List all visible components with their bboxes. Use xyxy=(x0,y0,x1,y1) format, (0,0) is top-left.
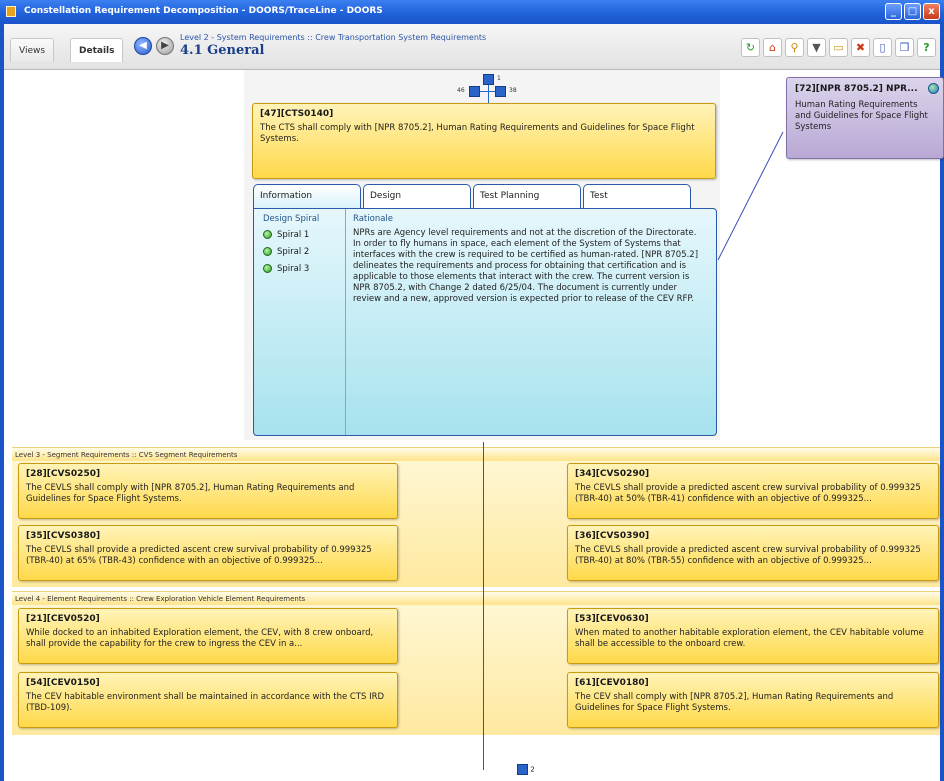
document-icon[interactable]: ▯ xyxy=(873,38,892,57)
requirement-text: The CTS shall comply with [NPR 8705.2], … xyxy=(260,123,695,144)
spiral-label: Spiral 1 xyxy=(277,230,310,240)
views-tab[interactable]: Views xyxy=(10,38,55,62)
requirement-id: [36][CVS0390] xyxy=(575,531,650,541)
right-count: 38 xyxy=(509,87,517,94)
export-icon[interactable]: ✖ xyxy=(851,38,870,57)
lane-divider xyxy=(483,442,484,770)
rationale-text: NPRs are Agency level requirements and n… xyxy=(353,228,699,304)
requirement-id: [72][NPR 8705.2] NPR... xyxy=(795,84,918,94)
left-count: 46 xyxy=(457,87,465,94)
forward-button[interactable]: ▶ xyxy=(156,37,174,55)
requirement-text: The CEVLS shall comply with [NPR 8705.2]… xyxy=(26,483,355,504)
requirement-id: [53][CEV0630] xyxy=(575,614,649,624)
child-requirement-card[interactable]: [54][CEV0150] The CEV habitable environm… xyxy=(18,672,398,728)
copy-icon[interactable]: ❐ xyxy=(895,38,914,57)
globe-icon xyxy=(928,83,939,94)
navigate-up-button[interactable] xyxy=(483,74,494,85)
home-icon[interactable]: ⌂ xyxy=(763,38,782,57)
level4-header: Level 4 - Element Requirements :: Crew E… xyxy=(12,591,940,605)
status-ok-icon xyxy=(263,230,272,239)
toolbar: Views Details ◀ ▶ Level 2 - System Requi… xyxy=(4,24,940,70)
child-requirement-card[interactable]: [28][CVS0250] The CEVLS shall comply wit… xyxy=(18,463,398,519)
breadcrumb[interactable]: Level 2 - System Requirements :: Crew Tr… xyxy=(180,33,486,42)
window-titlebar: Constellation Requirement Decomposition … xyxy=(0,0,944,24)
spiral-item[interactable]: Spiral 1 xyxy=(263,228,336,242)
requirement-id: [61][CEV0180] xyxy=(575,678,649,688)
detail-tabs: Information Design Test Planning Test xyxy=(253,184,717,208)
close-button[interactable]: x xyxy=(923,3,940,20)
filter-icon[interactable]: ▼ xyxy=(807,38,826,57)
requirement-text: While docked to an inhabited Exploration… xyxy=(26,628,374,649)
requirement-text: The CEV shall comply with [NPR 8705.2], … xyxy=(575,692,894,713)
search-icon[interactable]: ⚲ xyxy=(785,38,804,57)
requirement-id: [34][CVS0290] xyxy=(575,469,650,479)
minimize-button[interactable]: _ xyxy=(885,3,902,20)
navigator-v-line xyxy=(488,84,489,104)
tab-design[interactable]: Design xyxy=(363,184,471,208)
down-count: 2 xyxy=(530,765,535,774)
tab-test-planning[interactable]: Test Planning xyxy=(473,184,581,208)
trace-canvas: 1 46 38 [47][CTS0140] The CTS shall comp… xyxy=(4,70,944,781)
requirement-text: The CEVLS shall provide a predicted asce… xyxy=(575,545,921,566)
up-count: 1 xyxy=(497,75,501,82)
information-panel: Design Spiral Spiral 1 Spiral 2 Spiral 3… xyxy=(253,208,717,436)
status-ok-icon xyxy=(263,247,272,256)
navigate-down-button[interactable] xyxy=(517,764,528,775)
navigate-left-button[interactable] xyxy=(469,86,480,97)
child-requirement-card[interactable]: [35][CVS0380] The CEVLS shall provide a … xyxy=(18,525,398,581)
window-controls: _ □ x xyxy=(885,3,940,20)
spiral-label: Spiral 2 xyxy=(277,247,310,257)
refresh-icon[interactable]: ↻ xyxy=(741,38,760,57)
page-title: 4.1 General xyxy=(180,43,265,58)
down-navigator: 2 xyxy=(517,764,535,775)
trace-link-parent xyxy=(717,131,784,261)
requirement-text: The CEV habitable environment shall be m… xyxy=(26,692,385,713)
child-requirement-card[interactable]: [61][CEV0180] The CEV shall comply with … xyxy=(567,672,939,728)
status-ok-icon xyxy=(263,264,272,273)
requirement-text: When mated to another habitable explorat… xyxy=(575,628,924,649)
child-requirement-card[interactable]: [53][CEV0630] When mated to another habi… xyxy=(567,608,939,664)
requirement-text: The CEVLS shall provide a predicted asce… xyxy=(575,483,921,504)
spiral-item[interactable]: Spiral 3 xyxy=(263,262,336,276)
navigate-right-button[interactable] xyxy=(495,86,506,97)
tab-information[interactable]: Information xyxy=(253,184,361,208)
help-icon[interactable]: ? xyxy=(917,38,936,57)
requirement-id: [28][CVS0250] xyxy=(26,469,101,479)
requirement-id: [47][CTS0140] xyxy=(260,109,334,119)
design-spiral-label: Design Spiral xyxy=(263,214,320,224)
tab-test[interactable]: Test xyxy=(583,184,691,208)
focus-requirement-card[interactable]: [47][CTS0140] The CTS shall comply with … xyxy=(252,103,716,179)
folder-icon[interactable]: ▭ xyxy=(829,38,848,57)
requirement-id: [21][CEV0520] xyxy=(26,614,100,624)
child-requirement-card[interactable]: [34][CVS0290] The CEVLS shall provide a … xyxy=(567,463,939,519)
parent-requirement-card[interactable]: [72][NPR 8705.2] NPR... Human Rating Req… xyxy=(786,77,944,159)
app-icon xyxy=(6,6,16,17)
rationale-section: Rationale NPRs are Agency level requirem… xyxy=(353,214,705,305)
window-title: Constellation Requirement Decomposition … xyxy=(24,6,383,16)
spiral-label: Spiral 3 xyxy=(277,264,310,274)
requirement-id: [35][CVS0380] xyxy=(26,531,101,541)
requirement-text: Human Rating Requirements and Guidelines… xyxy=(795,100,928,132)
back-button[interactable]: ◀ xyxy=(134,37,152,55)
requirement-text: The CEVLS shall provide a predicted asce… xyxy=(26,545,372,566)
requirement-id: [54][CEV0150] xyxy=(26,678,100,688)
child-requirement-card[interactable]: [21][CEV0520] While docked to an inhabit… xyxy=(18,608,398,664)
rationale-label: Rationale xyxy=(353,214,394,224)
level3-header: Level 3 - Segment Requirements :: CVS Se… xyxy=(12,447,940,461)
spiral-item[interactable]: Spiral 2 xyxy=(263,245,336,259)
maximize-button[interactable]: □ xyxy=(904,3,921,20)
design-spiral-column: Design Spiral Spiral 1 Spiral 2 Spiral 3 xyxy=(254,209,346,435)
child-requirement-card[interactable]: [36][CVS0390] The CEVLS shall provide a … xyxy=(567,525,939,581)
details-tab[interactable]: Details xyxy=(70,38,124,62)
tool-icon-group: ↻ ⌂ ⚲ ▼ ▭ ✖ ▯ ❐ ? xyxy=(741,38,936,57)
